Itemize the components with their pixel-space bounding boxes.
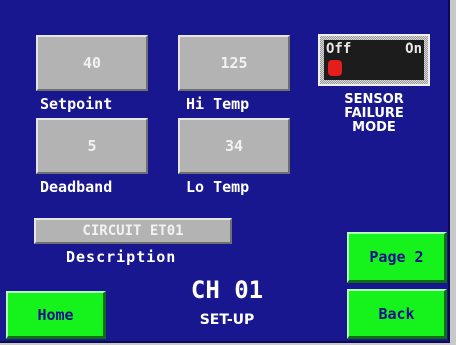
channel-title: CH 01 xyxy=(190,276,264,304)
deadband-field[interactable]: 5 xyxy=(36,118,148,174)
back-button-label: Back xyxy=(378,304,415,323)
toggle-knob[interactable] xyxy=(328,60,342,76)
setpoint-field[interactable]: 40 xyxy=(36,35,148,91)
lo-temp-value: 34 xyxy=(224,137,244,155)
description-field[interactable]: CIRCUIT ET01 xyxy=(34,218,232,244)
setpoint-label: Setpoint xyxy=(40,95,113,113)
back-button[interactable]: Back xyxy=(347,289,447,339)
page2-button-label: Page 2 xyxy=(369,248,424,266)
hi-temp-label: Hi Temp xyxy=(186,95,250,113)
hi-temp-field[interactable]: 125 xyxy=(178,35,290,91)
caption-line: SENSOR xyxy=(344,92,404,107)
deadband-label: Deadband xyxy=(40,178,113,196)
caption-line: FAILURE xyxy=(344,106,404,121)
hi-temp-value: 125 xyxy=(220,54,248,72)
page-subtitle: SET-UP xyxy=(199,312,255,328)
caption-line: MODE xyxy=(352,120,396,135)
lo-temp-field[interactable]: 34 xyxy=(178,118,290,174)
toggle-on-label: On xyxy=(405,41,422,57)
setpoint-value: 40 xyxy=(82,54,102,72)
sensor-failure-toggle[interactable]: Off On xyxy=(318,34,430,86)
lo-temp-label: Lo Temp xyxy=(186,178,250,196)
sensor-failure-caption: SENSOR FAILURE MODE xyxy=(318,93,430,135)
deadband-value: 5 xyxy=(87,137,97,155)
setup-screen: 40 Setpoint 125 Hi Temp 5 Deadband 34 Lo… xyxy=(0,0,450,343)
toggle-off-label: Off xyxy=(326,41,352,57)
home-button-label: Home xyxy=(37,305,74,324)
description-label: Description xyxy=(66,248,177,266)
description-value: CIRCUIT ET01 xyxy=(82,223,184,239)
home-button[interactable]: Home xyxy=(6,291,106,339)
page2-button[interactable]: Page 2 xyxy=(347,232,447,283)
